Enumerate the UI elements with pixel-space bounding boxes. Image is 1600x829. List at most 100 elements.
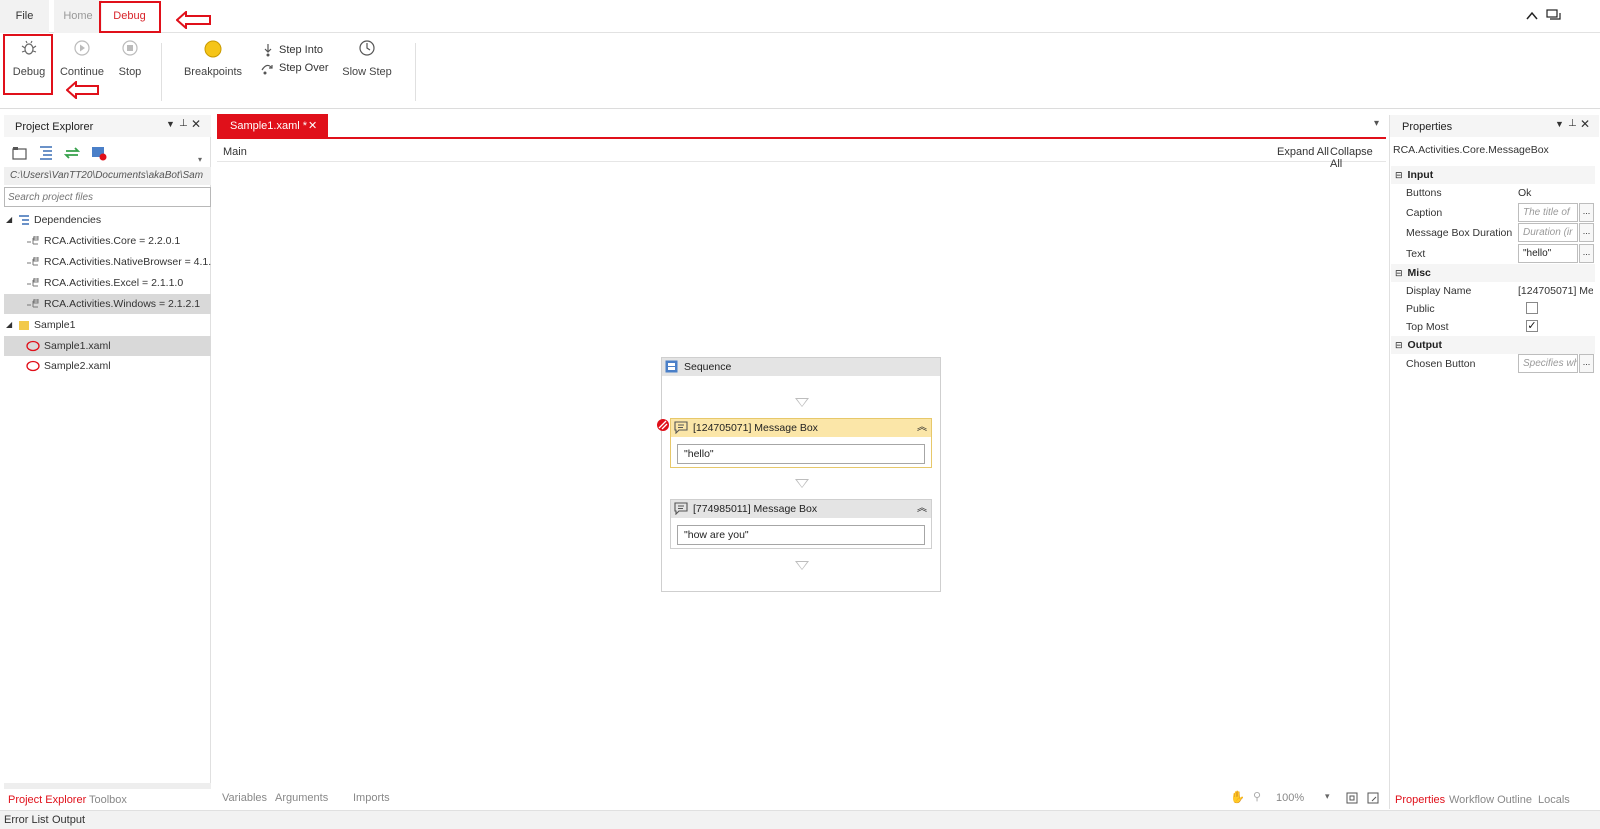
hand-tool-icon[interactable]: ✋ [1230, 790, 1245, 804]
activity-title: [774985011] Message Box [693, 503, 818, 515]
breakpoint-marker-icon[interactable] [656, 418, 670, 432]
search-project-input[interactable] [4, 187, 211, 207]
breakpoints-button[interactable]: Breakpoints [180, 39, 246, 78]
tab-project-explorer[interactable]: Project Explorer [8, 794, 86, 806]
sequence-header: Sequence [662, 358, 940, 376]
close-icon[interactable]: ✕ [191, 117, 201, 131]
continue-button[interactable]: Continue [58, 39, 106, 78]
tab-properties[interactable]: Properties [1395, 794, 1445, 806]
close-icon[interactable]: ✕ [1580, 117, 1590, 131]
text-ellipsis-button[interactable]: ... [1579, 244, 1594, 263]
prop-value[interactable]: [124705071] Mes [1518, 281, 1593, 301]
right-panel-tabs: Properties Workflow Outline Locals [1391, 792, 1600, 808]
tree-dependencies[interactable]: ◢ Dependencies [4, 210, 211, 230]
prop-display-name[interactable]: Display Name [124705071] Mes [1391, 281, 1595, 301]
collapse-section-icon[interactable]: ⊟ [1395, 170, 1403, 180]
message-box-activity[interactable]: [124705071] Message Box ︽ "hello" [670, 418, 932, 468]
step-over-button[interactable]: Step Over [260, 60, 332, 76]
collapse-activity-icon[interactable]: ︽ [917, 500, 927, 518]
refresh-icon[interactable] [64, 145, 80, 161]
top-most-checkbox[interactable]: ✓ [1526, 320, 1538, 332]
pin-icon[interactable]: ⊥ [1568, 118, 1577, 129]
folder-label: Sample1 [34, 319, 76, 331]
slow-step-button[interactable]: Slow Step [340, 39, 394, 78]
zoom-icon[interactable]: ⚲ [1253, 790, 1261, 803]
horizontal-scrollbar[interactable] [4, 783, 211, 789]
tab-workflow-outline[interactable]: Workflow Outline [1449, 794, 1532, 806]
collapse-ribbon-icon[interactable] [1525, 9, 1539, 23]
step-into-button[interactable]: Step Into [262, 42, 332, 58]
sequence-container[interactable]: Sequence [124705071] Message Box ︽ "hell… [657, 357, 941, 592]
stop-button[interactable]: Stop [112, 39, 148, 78]
caption-input[interactable]: The title of [1518, 203, 1578, 222]
pin-icon[interactable]: ⊥ [179, 118, 188, 129]
tree-file[interactable]: Sample1.xaml [4, 336, 211, 356]
tab-toolbox[interactable]: Toolbox [89, 794, 127, 806]
workflow-file-icon [26, 360, 40, 372]
caption-ellipsis-button[interactable]: ... [1579, 203, 1594, 222]
tab-sample1[interactable]: Sample1.xaml * ✕ [217, 114, 328, 138]
message-text-field[interactable]: "how are you" [677, 525, 925, 545]
tree-dependency[interactable]: RCA.Activities.Core = 2.2.0.1 [4, 231, 211, 251]
prop-label: Chosen Button [1406, 358, 1476, 370]
duration-input[interactable]: Duration (ir [1518, 223, 1578, 242]
arguments-tab[interactable]: Arguments [275, 792, 328, 804]
close-tab-icon[interactable]: ✕ [308, 114, 317, 138]
section-input[interactable]: ⊟ Input [1391, 166, 1595, 184]
expand-arrow-icon[interactable]: ◢ [6, 210, 12, 230]
tree-dependency[interactable]: RCA.Activities.Windows = 2.1.2.1 [4, 294, 211, 314]
tab-output[interactable]: Output [52, 814, 85, 826]
overview-icon[interactable] [1367, 792, 1379, 804]
public-checkbox[interactable] [1526, 302, 1538, 314]
imports-tab[interactable]: Imports [353, 792, 390, 804]
variables-tab[interactable]: Variables [222, 792, 267, 804]
prop-buttons[interactable]: Buttons Ok [1391, 183, 1595, 203]
remove-project-icon[interactable] [91, 145, 107, 161]
dropdown-icon[interactable]: ▼ [166, 119, 175, 129]
drop-target-icon[interactable] [795, 398, 809, 407]
tab-home[interactable]: Home [54, 0, 102, 33]
tree-folder[interactable]: ◢ Sample1 [4, 315, 211, 335]
dropdown-icon[interactable]: ▼ [1555, 119, 1564, 129]
package-icon [27, 299, 39, 308]
chat-icon[interactable] [1546, 8, 1562, 24]
project-explorer-title: Project Explorer [15, 121, 94, 133]
expand-all-link[interactable]: Expand All [1277, 146, 1329, 158]
section-output[interactable]: ⊟ Output [1391, 336, 1595, 354]
breadcrumb[interactable]: Main [223, 146, 247, 158]
tab-error-list[interactable]: Error List [4, 814, 49, 826]
stop-circle-icon [122, 40, 138, 56]
message-text-field[interactable]: "hello" [677, 444, 925, 464]
prop-top-most[interactable]: Top Most [1391, 317, 1595, 337]
tab-file[interactable]: File [0, 0, 49, 33]
tree-dependency[interactable]: RCA.Activities.NativeBrowser = 4.1.0.1 [4, 252, 211, 272]
drop-target-icon[interactable] [795, 561, 809, 570]
collapse-activity-icon[interactable]: ︽ [917, 419, 927, 437]
message-box-activity[interactable]: [774985011] Message Box ︽ "how are you" [670, 499, 932, 549]
section-misc[interactable]: ⊟ Misc [1391, 264, 1595, 282]
expand-arrow-icon[interactable]: ◢ [6, 315, 12, 335]
tab-overflow-icon[interactable]: ▾ [1374, 118, 1379, 129]
drop-target-icon[interactable] [795, 479, 809, 488]
fit-screen-icon[interactable] [1346, 792, 1358, 804]
chosen-button-input[interactable]: Specifies wh [1518, 354, 1578, 373]
open-folder-icon[interactable] [12, 146, 28, 160]
collapse-all-link[interactable]: Collapse All [1330, 146, 1386, 170]
step-into-icon [264, 44, 272, 57]
zoom-dropdown-icon[interactable]: ▾ [1325, 791, 1330, 802]
highlight-box [3, 34, 53, 95]
text-input[interactable]: "hello" [1518, 244, 1578, 263]
tab-locals[interactable]: Locals [1538, 794, 1570, 806]
overflow-icon[interactable]: ▾ [198, 155, 202, 164]
chosen-button-ellipsis-button[interactable]: ... [1579, 354, 1594, 373]
dependencies-icon [19, 215, 29, 225]
collapse-section-icon[interactable]: ⊟ [1395, 340, 1403, 350]
tree-file[interactable]: Sample2.xaml [4, 356, 211, 376]
tree-dependency[interactable]: RCA.Activities.Excel = 2.1.1.0 [4, 273, 211, 293]
tree-view-icon[interactable] [38, 145, 54, 161]
collapse-section-icon[interactable]: ⊟ [1395, 268, 1403, 278]
duration-ellipsis-button[interactable]: ... [1579, 223, 1594, 242]
prop-value[interactable]: Ok [1518, 183, 1531, 203]
zoom-level[interactable]: 100% [1276, 792, 1304, 804]
prop-public[interactable]: Public [1391, 299, 1595, 319]
